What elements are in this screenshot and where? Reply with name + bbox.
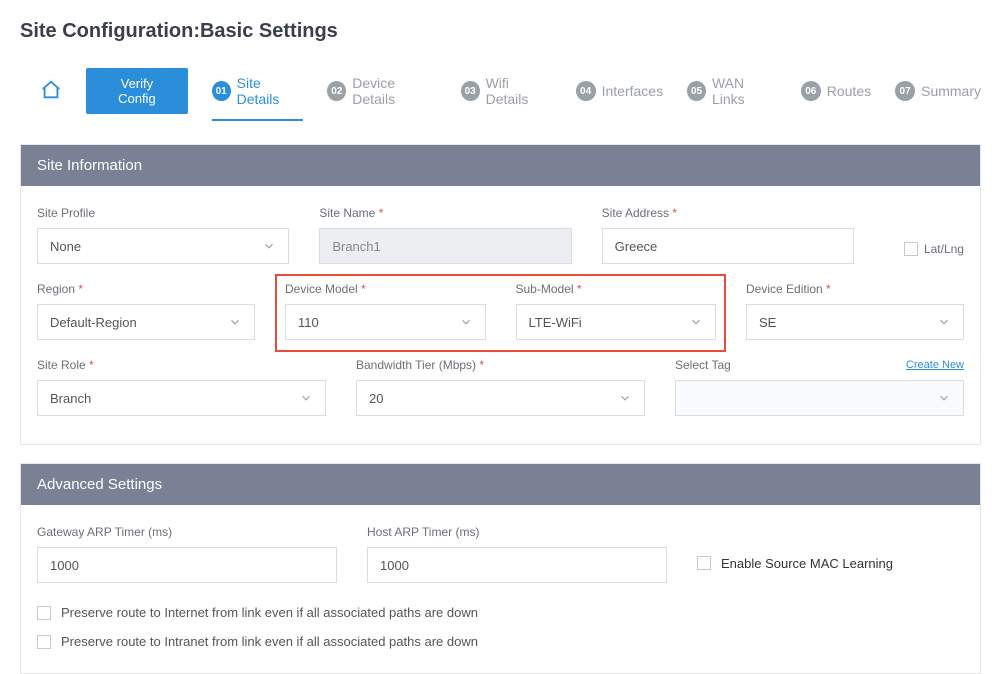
chevron-down-icon	[299, 391, 313, 405]
verify-config-button[interactable]: Verify Config	[86, 68, 188, 114]
step-wifi-details[interactable]: 03 Wifi Details	[461, 75, 552, 107]
site-role-label: Site Role	[37, 358, 326, 372]
device-model-value: 110	[298, 315, 459, 330]
site-address-value: Greece	[615, 239, 658, 254]
device-edition-label: Device Edition	[746, 282, 964, 296]
step-label: Device Details	[352, 75, 436, 107]
preserve-intranet-label: Preserve route to Intranet from link eve…	[61, 634, 478, 649]
step-label: WAN Links	[712, 75, 777, 107]
chevron-down-icon	[459, 315, 473, 329]
region-value: Default-Region	[50, 315, 228, 330]
step-number: 05	[687, 81, 706, 101]
step-number: 03	[461, 81, 480, 101]
device-model-select[interactable]: 110	[285, 304, 486, 340]
gateway-arp-label: Gateway ARP Timer (ms)	[37, 525, 337, 539]
step-tabs: Verify Config 01 Site Details 02 Device …	[20, 68, 981, 114]
preserve-internet-checkbox[interactable]	[37, 606, 51, 620]
page-title: Site Configuration:Basic Settings	[20, 20, 981, 43]
site-information-panel: Site Information Site Profile None Site …	[20, 144, 981, 445]
site-name-input[interactable]: Branch1	[319, 228, 571, 264]
step-number: 04	[576, 81, 596, 101]
gateway-arp-value: 1000	[50, 558, 79, 573]
step-label: Wifi Details	[486, 75, 552, 107]
device-edition-select[interactable]: SE	[746, 304, 964, 340]
advanced-settings-panel: Advanced Settings Gateway ARP Timer (ms)…	[20, 463, 981, 674]
panel-header: Site Information	[21, 145, 980, 186]
site-profile-select[interactable]: None	[37, 228, 289, 264]
site-name-label: Site Name	[319, 206, 571, 220]
host-arp-label: Host ARP Timer (ms)	[367, 525, 667, 539]
site-profile-label: Site Profile	[37, 206, 289, 220]
bandwidth-tier-label: Bandwidth Tier (Mbps)	[356, 358, 645, 372]
host-arp-value: 1000	[380, 558, 409, 573]
step-number: 01	[212, 81, 231, 101]
step-label: Summary	[921, 83, 981, 99]
enable-mac-label: Enable Source MAC Learning	[721, 556, 893, 571]
sub-model-value: LTE-WiFi	[529, 315, 690, 330]
site-role-value: Branch	[50, 391, 299, 406]
gateway-arp-input[interactable]: 1000	[37, 547, 337, 583]
bandwidth-tier-select[interactable]: 20	[356, 380, 645, 416]
sub-model-label: Sub-Model	[516, 282, 717, 296]
create-new-tag-link[interactable]: Create New	[906, 359, 964, 371]
site-address-label: Site Address	[602, 206, 854, 220]
step-label: Routes	[827, 83, 871, 99]
step-label: Site Details	[237, 75, 304, 107]
chevron-down-icon	[937, 315, 951, 329]
bandwidth-tier-value: 20	[369, 391, 618, 406]
region-select[interactable]: Default-Region	[37, 304, 255, 340]
step-device-details[interactable]: 02 Device Details	[327, 75, 436, 107]
latlng-label: Lat/Lng	[924, 242, 964, 256]
preserve-intranet-checkbox[interactable]	[37, 635, 51, 649]
site-name-value: Branch1	[332, 239, 380, 254]
site-profile-value: None	[50, 239, 262, 254]
step-wan-links[interactable]: 05 WAN Links	[687, 75, 777, 107]
site-role-select[interactable]: Branch	[37, 380, 326, 416]
device-model-label: Device Model	[285, 282, 486, 296]
region-label: Region	[37, 282, 255, 296]
home-icon[interactable]	[40, 79, 62, 104]
latlng-checkbox[interactable]	[904, 242, 918, 256]
sub-model-select[interactable]: LTE-WiFi	[516, 304, 717, 340]
select-tag-select[interactable]	[675, 380, 964, 416]
chevron-down-icon	[937, 391, 951, 405]
host-arp-input[interactable]: 1000	[367, 547, 667, 583]
chevron-down-icon	[228, 315, 242, 329]
step-number: 02	[327, 81, 346, 101]
step-site-details[interactable]: 01 Site Details	[212, 75, 304, 121]
device-model-highlight: Device Model 110 Sub-Model LTE-WiFi	[275, 274, 726, 352]
enable-mac-checkbox[interactable]	[697, 556, 711, 570]
panel-header: Advanced Settings	[21, 464, 980, 505]
chevron-down-icon	[618, 391, 632, 405]
step-summary[interactable]: 07 Summary	[895, 81, 981, 101]
device-edition-value: SE	[759, 315, 937, 330]
site-address-input[interactable]: Greece	[602, 228, 854, 264]
chevron-down-icon	[689, 315, 703, 329]
chevron-down-icon	[262, 239, 276, 253]
select-tag-label: Select Tag	[675, 358, 731, 372]
step-label: Interfaces	[602, 83, 663, 99]
step-number: 06	[801, 81, 821, 101]
step-interfaces[interactable]: 04 Interfaces	[576, 81, 663, 101]
step-number: 07	[895, 81, 915, 101]
preserve-internet-label: Preserve route to Internet from link eve…	[61, 605, 478, 620]
step-routes[interactable]: 06 Routes	[801, 81, 871, 101]
